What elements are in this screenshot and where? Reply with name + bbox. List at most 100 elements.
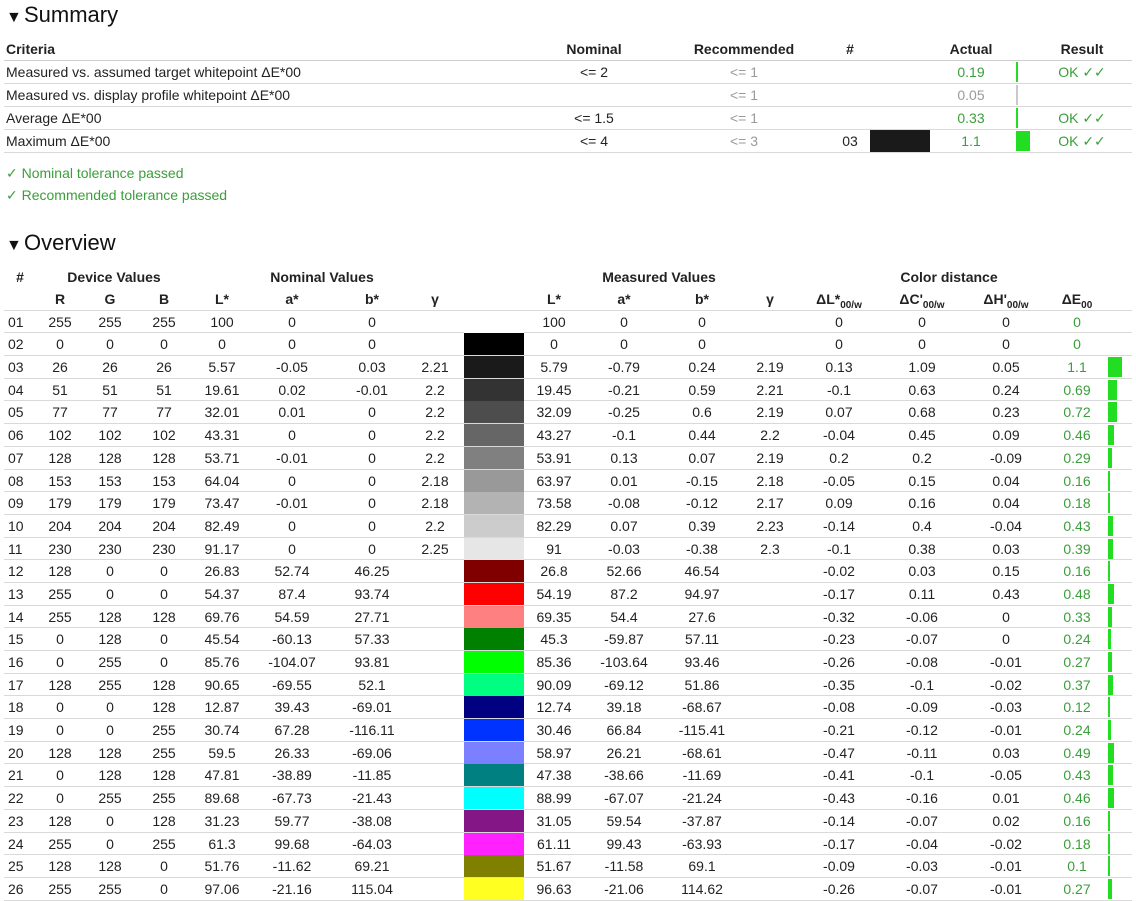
nominal-b: -69.06	[352, 744, 392, 761]
collapse-triangle-icon[interactable]: ▼	[6, 233, 24, 259]
device-b: 255	[152, 744, 176, 761]
measured-b: -21.24	[682, 790, 722, 807]
patch-swatch	[464, 719, 524, 742]
measured-a: -0.21	[608, 381, 640, 398]
measured-l: 5.79	[540, 359, 568, 376]
table-row: 18 0 0 128 12.87 39.43 -69.01 12.74 39.18 -68.67 -…	[4, 696, 1132, 720]
nominal-a: -69.55	[272, 676, 312, 693]
table-row: 06 102 102 102 43.31 0 0 2.2 43.27 -0.1 0.44 2.2 -0.…	[4, 424, 1132, 447]
nominal-a: -0.01	[276, 449, 308, 466]
device-b: 0	[160, 858, 168, 875]
column-header: γ	[431, 291, 439, 307]
delta-e-bar	[1108, 810, 1122, 831]
measured-l: 51.67	[536, 858, 572, 875]
overview-title[interactable]: ▼Overview	[6, 230, 116, 259]
result-cell: OK ✓✓	[1058, 64, 1106, 80]
criteria-cell: Measured vs. display profile whitepoint …	[6, 87, 291, 103]
nominal-l: 0	[218, 336, 226, 353]
criteria-cell: Maximum ΔE*00	[6, 133, 111, 149]
column-header: ΔH'00/w	[983, 291, 1029, 311]
measured-gamma: 2.2	[760, 427, 780, 444]
measured-b: 93.46	[684, 654, 720, 670]
recommended-cell: <= 3	[729, 133, 759, 149]
patch-id: 05	[8, 404, 24, 421]
device-g: 255	[98, 880, 122, 897]
nominal-a: 0	[288, 540, 296, 557]
delta-h: -0.01	[990, 858, 1022, 875]
overview-table: # Device Values Nominal Values Measured …	[4, 266, 1132, 901]
device-g: 255	[98, 654, 122, 670]
delta-e: 0.12	[1063, 699, 1091, 716]
measured-a: 59.54	[606, 812, 642, 829]
delta-h: -0.01	[990, 654, 1022, 670]
delta-c: 0.68	[908, 404, 936, 421]
actual-cell: 0.19	[957, 64, 985, 80]
patch-swatch	[464, 333, 524, 356]
delta-e: 0.43	[1063, 517, 1091, 534]
table-row: 01 255 255 255 100 0 0 100 0 0 0 0 0 0	[4, 310, 1132, 334]
delta-l: -0.43	[823, 790, 855, 807]
nominal-b: -0.01	[356, 381, 388, 398]
nominal-cell: <= 1.5	[574, 110, 614, 126]
delta-l: -0.41	[823, 767, 855, 784]
device-g: 128	[98, 767, 122, 784]
table-row: 10 204 204 204 82.49 0 0 2.2 82.29 0.07 0.39 2.23 -0…	[4, 514, 1132, 538]
device-r: 128	[48, 563, 72, 580]
overview-group-row: # Device Values Nominal Values Measured …	[4, 266, 1132, 288]
delta-e-bar-fill	[1108, 878, 1112, 899]
nominal-l: 51.76	[204, 858, 240, 875]
actual-bar	[1016, 62, 1030, 82]
device-r: 255	[48, 835, 72, 852]
delta-e-bar	[1108, 606, 1122, 627]
actual-cell: 1.1	[961, 133, 981, 149]
delta-e: 1.1	[1067, 359, 1087, 376]
measured-b: 0.59	[688, 381, 716, 398]
actual-bar-fill	[1016, 62, 1018, 82]
device-r: 26	[52, 359, 68, 376]
delta-e-bar-fill	[1108, 357, 1122, 378]
patch-id: 22	[8, 790, 24, 807]
device-r: 51	[52, 381, 68, 398]
nominal-a: 87.4	[278, 585, 306, 602]
table-row: 03 26 26 26 5.57 -0.05 0.03 2.21 5.79 -0.79 0.24 2.…	[4, 356, 1132, 379]
delta-c: -0.09	[906, 699, 938, 716]
nominal-a: -0.05	[276, 359, 308, 376]
delta-l: -0.1	[826, 381, 852, 398]
delta-e-bar-fill	[1108, 425, 1114, 446]
delta-h: -0.04	[990, 517, 1022, 534]
column-header: b*	[365, 291, 379, 307]
measured-l: 54.19	[536, 585, 572, 602]
delta-e-bar	[1108, 493, 1122, 514]
nominal-a: 0	[288, 517, 296, 534]
table-row: 24 255 0 255 61.3 99.68 -64.03 61.11 99.43 -63.93…	[4, 832, 1132, 856]
delta-e-bar	[1108, 742, 1122, 763]
delta-e-bar	[1108, 720, 1122, 741]
device-g: 0	[106, 699, 114, 716]
measured-a: 0	[620, 336, 628, 353]
delta-h: 0.04	[992, 472, 1020, 489]
column-header: a*	[617, 291, 631, 307]
collapse-triangle-icon[interactable]: ▼	[6, 5, 24, 31]
patch-swatch	[464, 446, 524, 469]
measured-a: 66.84	[606, 722, 642, 739]
delta-c: 0.15	[908, 472, 936, 489]
measured-a: -0.1	[611, 427, 637, 444]
delta-l: -0.47	[823, 744, 855, 761]
result-cell: OK ✓✓	[1058, 133, 1106, 149]
delta-c: 0.11	[908, 585, 936, 602]
summary-title[interactable]: ▼Summary	[6, 2, 118, 31]
patch-swatch	[464, 356, 524, 379]
device-b: 255	[152, 790, 176, 807]
measured-b: 27.6	[688, 608, 716, 625]
delta-c: -0.08	[906, 654, 938, 670]
table-row: 26 255 255 0 97.06 -21.16 115.04 96.63 -21.06 114…	[4, 877, 1132, 901]
measured-b: -11.69	[682, 767, 722, 784]
patch-swatch	[464, 764, 524, 787]
measured-b: 0	[698, 313, 706, 330]
nominal-b: 0	[368, 313, 376, 330]
summary-row: Measured vs. display profile whitepoint …	[4, 84, 1132, 107]
patch-id: 09	[8, 495, 24, 512]
nominal-b: 0	[368, 449, 376, 466]
patch-swatch	[464, 651, 524, 673]
device-g: 255	[98, 790, 122, 807]
